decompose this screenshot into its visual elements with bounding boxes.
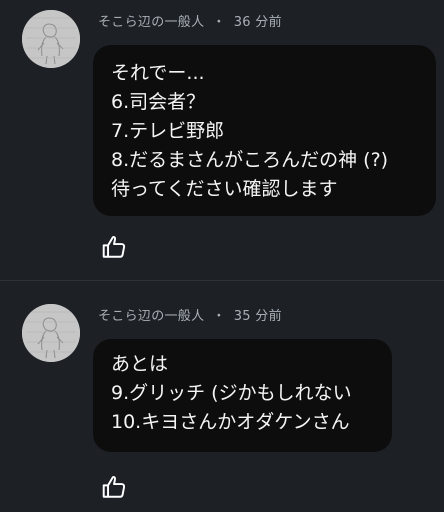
comment-item: そこら辺の一般人・ 35 分前 あとは 9.グリッチ (ジかもしれない 10.キヨ… bbox=[0, 282, 444, 512]
comment-text-line: 待ってください確認します bbox=[111, 178, 338, 200]
comment-timestamp: 36 分前 bbox=[233, 15, 282, 30]
avatar-image bbox=[22, 10, 80, 68]
comment-text-line: 8.だるまさんがころんだの神 (?) bbox=[111, 149, 389, 171]
meta-separator: ・ bbox=[212, 15, 226, 30]
comment-text-line: あとは bbox=[111, 353, 169, 375]
avatar[interactable] bbox=[22, 304, 80, 362]
author-name[interactable]: そこら辺の一般人 bbox=[98, 309, 204, 324]
avatar[interactable] bbox=[22, 10, 80, 68]
comment-meta: そこら辺の一般人・ 36 分前 bbox=[98, 11, 282, 30]
like-button[interactable] bbox=[101, 234, 127, 260]
avatar-image bbox=[22, 304, 80, 362]
comment-text-line: 9.グリッチ (ジかもしれない bbox=[111, 382, 352, 404]
comment-bubble: あとは 9.グリッチ (ジかもしれない 10.キヨさんかオダケンさん bbox=[93, 339, 392, 452]
comment-text-line: 7.テレビ野郎 bbox=[111, 120, 225, 142]
comment-text-line: 6.司会者？ bbox=[111, 91, 206, 113]
meta-separator: ・ bbox=[212, 309, 226, 324]
thumbs-up-icon bbox=[102, 475, 126, 498]
comment-timestamp: 35 分前 bbox=[233, 309, 282, 324]
comment-item: そこら辺の一般人・ 36 分前 それでー... 6.司会者？ 7.テレビ野郎 8.… bbox=[0, 0, 444, 282]
like-button[interactable] bbox=[101, 474, 127, 500]
comment-meta: そこら辺の一般人・ 35 分前 bbox=[98, 305, 282, 324]
comment-text-line: 10.キヨさんかオダケンさん bbox=[111, 411, 350, 433]
thumbs-up-icon bbox=[102, 235, 126, 258]
comment-bubble: それでー... 6.司会者？ 7.テレビ野郎 8.だるまさんがころんだの神 (?… bbox=[93, 45, 436, 216]
comment-text-line: それでー... bbox=[111, 62, 205, 84]
author-name[interactable]: そこら辺の一般人 bbox=[98, 15, 204, 30]
